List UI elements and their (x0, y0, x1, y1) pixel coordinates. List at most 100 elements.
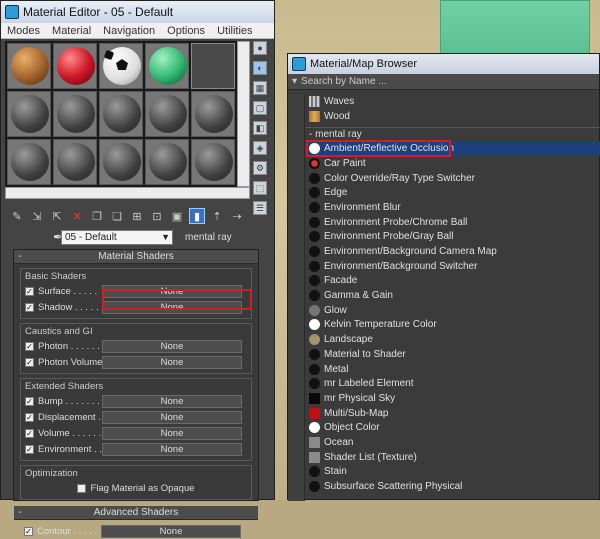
material-name-dropdown[interactable]: 05 - Default ▼ (61, 229, 173, 245)
group-title: Basic Shaders (25, 271, 87, 282)
show-end-result-icon[interactable]: ▮ (189, 208, 205, 224)
volume-map-button[interactable]: None (102, 427, 242, 440)
sample-slot[interactable] (99, 139, 143, 185)
sample-type-icon[interactable]: ● (253, 41, 267, 55)
contour-checkbox[interactable]: ✓ (24, 527, 33, 536)
make-copy-icon[interactable]: ❐ (89, 208, 105, 224)
sample-slot[interactable] (191, 91, 235, 137)
reset-map-icon[interactable]: ✕ (69, 208, 85, 224)
list-item[interactable]: Environment Probe/Chrome Ball (305, 215, 600, 230)
put-to-scene-icon[interactable]: ⇲ (29, 208, 45, 224)
browser-search-bar[interactable]: ▾ Search by Name ... (288, 74, 599, 90)
list-item[interactable]: Environment Blur (305, 200, 600, 215)
volume-checkbox[interactable]: ✓ (25, 429, 34, 438)
get-material-icon[interactable]: ✎ (9, 208, 25, 224)
slots-vertical-scrollbar[interactable] (237, 41, 250, 187)
list-item[interactable]: mr Physical Sky (305, 391, 600, 406)
make-preview-icon[interactable]: ◈ (253, 141, 267, 155)
sample-slot[interactable] (53, 139, 97, 185)
list-item[interactable]: Environment/Background Switcher (305, 259, 600, 274)
go-to-parent-icon[interactable]: ⇡ (209, 208, 225, 224)
options-icon[interactable]: ⚙ (253, 161, 267, 175)
select-by-material-icon[interactable]: ⬚ (253, 181, 267, 195)
sample-slot[interactable] (99, 91, 143, 137)
environment-map-button[interactable]: None (102, 443, 242, 456)
material-type-button[interactable]: mental ray (185, 232, 232, 243)
surface-checkbox[interactable]: ✓ (25, 287, 34, 296)
sample-slot[interactable] (99, 43, 143, 89)
assign-to-selection-icon[interactable]: ⇱ (49, 208, 65, 224)
sample-slot-active[interactable] (191, 43, 235, 89)
video-color-check-icon[interactable]: ◧ (253, 121, 267, 135)
list-item[interactable]: Facade (305, 274, 600, 289)
list-item[interactable]: Metal (305, 362, 600, 377)
list-item[interactable]: Environment Probe/Gray Ball (305, 230, 600, 245)
menu-options[interactable]: Options (167, 25, 205, 37)
displacement-map-button[interactable]: None (102, 411, 242, 424)
list-item[interactable]: Waves (305, 94, 600, 109)
material-navigator-icon[interactable]: ☰ (253, 201, 267, 215)
material-id-icon[interactable]: ⊡ (149, 208, 165, 224)
sample-slot[interactable] (53, 91, 97, 137)
bump-checkbox[interactable]: ✓ (25, 397, 34, 406)
browser-titlebar[interactable]: Material/Map Browser (288, 54, 599, 74)
sample-uv-tiling-icon[interactable]: ▢ (253, 101, 267, 115)
bump-map-button[interactable]: None (102, 395, 242, 408)
flag-opaque-checkbox[interactable] (77, 484, 87, 493)
list-item[interactable]: Color Override/Ray Type Switcher (305, 171, 600, 186)
shadow-checkbox[interactable]: ✓ (25, 303, 34, 312)
waves-icon (309, 95, 320, 107)
slots-horizontal-scrollbar[interactable] (5, 187, 250, 199)
backlight-icon[interactable]: ◐ (253, 61, 267, 75)
list-item[interactable]: Gamma & Gain (305, 288, 600, 303)
displacement-checkbox[interactable]: ✓ (25, 413, 34, 422)
shadow-label: Shadow . . . . . (38, 302, 99, 313)
sample-slot[interactable] (7, 139, 51, 185)
list-item[interactable]: Material to Shader (305, 347, 600, 362)
list-item[interactable]: Environment/Background Camera Map (305, 244, 600, 259)
menu-material[interactable]: Material (52, 25, 91, 37)
list-item[interactable]: Kelvin Temperature Color (305, 318, 600, 333)
list-item[interactable]: Glow (305, 303, 600, 318)
advanced-rollout-header[interactable]: - Advanced Shaders (14, 506, 258, 520)
contour-map-button[interactable]: None (101, 525, 241, 538)
photon-volume-map-button[interactable]: None (102, 356, 242, 369)
list-item[interactable]: Stain (305, 465, 600, 480)
make-unique-icon[interactable]: ❏ (109, 208, 125, 224)
map-icon (309, 334, 320, 346)
menu-utilities[interactable]: Utilities (217, 25, 252, 37)
photon-checkbox[interactable]: ✓ (25, 342, 34, 351)
environment-checkbox[interactable]: ✓ (25, 445, 34, 454)
show-map-icon[interactable]: ▣ (169, 208, 185, 224)
list-item[interactable]: mr Labeled Element (305, 376, 600, 391)
list-item[interactable]: Object Color (305, 420, 600, 435)
sample-slot[interactable] (7, 43, 51, 89)
list-item[interactable]: Wood (305, 109, 600, 124)
go-forward-sibling-icon[interactable]: ⇢ (229, 208, 245, 224)
list-item[interactable]: Landscape (305, 332, 600, 347)
photon-map-button[interactable]: None (102, 340, 242, 353)
menu-modes[interactable]: Modes (7, 25, 40, 37)
background-checker-icon[interactable]: ▦ (253, 81, 267, 95)
sample-slot[interactable] (7, 91, 51, 137)
list-item[interactable]: Multi/Sub-Map (305, 406, 600, 421)
advanced-rollout-title: Advanced Shaders (93, 507, 179, 518)
window-title: Material Editor - 05 - Default (23, 5, 174, 19)
group-title: Optimization (25, 468, 78, 479)
menu-navigation[interactable]: Navigation (103, 25, 155, 37)
sample-slot[interactable] (145, 43, 189, 89)
rollout-header[interactable]: - Material Shaders (14, 250, 258, 264)
search-input[interactable]: Search by Name ... (301, 76, 387, 87)
photon-volume-checkbox[interactable]: ✓ (25, 358, 34, 367)
list-item[interactable]: Subsurface Scattering Physical (305, 479, 600, 494)
sample-slot[interactable] (53, 43, 97, 89)
list-item[interactable]: Car Paint (305, 156, 600, 171)
sample-slot[interactable] (191, 139, 235, 185)
put-to-library-icon[interactable]: ⊞ (129, 208, 145, 224)
sample-slot[interactable] (145, 91, 189, 137)
list-item[interactable]: Ocean (305, 435, 600, 450)
sample-slot[interactable] (145, 139, 189, 185)
material-editor-titlebar[interactable]: Material Editor - 05 - Default (1, 1, 274, 23)
list-item[interactable]: Shader List (Texture) (305, 450, 600, 465)
list-item[interactable]: Edge (305, 185, 600, 200)
